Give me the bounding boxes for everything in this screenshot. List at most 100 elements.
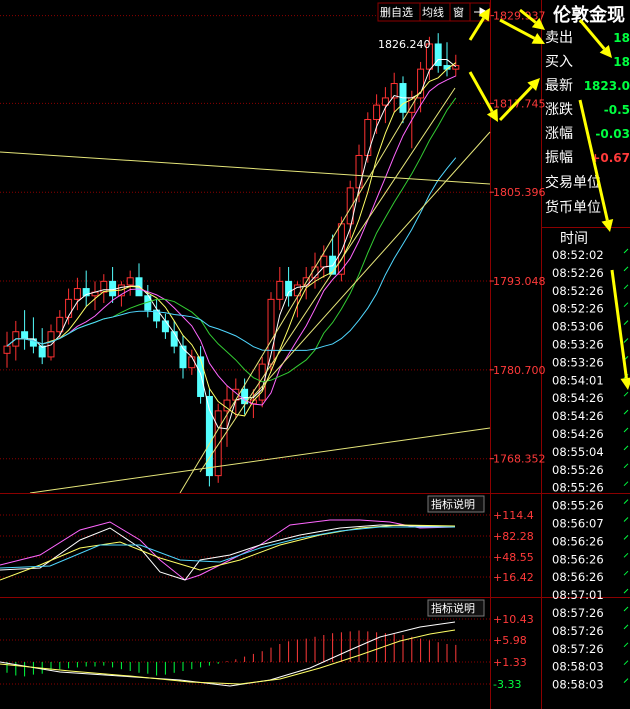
time-item: 08:56:26 — [552, 570, 604, 584]
quote-label: 涨幅 — [545, 126, 573, 142]
indicator1-tick-label: +114.4 — [493, 509, 534, 522]
indicator2-tick-label: +10.43 — [493, 613, 534, 626]
candle-body — [373, 104, 381, 121]
quote-value: 18 — [613, 55, 630, 69]
annotation-arrow — [468, 71, 494, 113]
candle-body — [285, 280, 293, 297]
time-item: 08:57:01 — [552, 588, 604, 602]
candle-body — [161, 320, 169, 333]
annotation-arrow-head — [601, 218, 614, 232]
price-tick-label: 1780.700 — [493, 364, 546, 377]
time-item: 08:52:26 — [552, 284, 604, 298]
candle-body — [320, 255, 328, 268]
candle-body — [21, 331, 29, 340]
window-label: 窗 — [453, 5, 464, 19]
time-item: 08:55:26 — [552, 481, 604, 495]
trend-line — [0, 151, 491, 185]
indicator2-bars — [6, 630, 457, 677]
oscillator-line — [0, 519, 456, 581]
time-header: 时间 — [560, 231, 588, 247]
time-item: 08:53:26 — [552, 355, 604, 369]
candle-body — [126, 277, 134, 286]
candle-body — [197, 356, 205, 397]
time-item: 08:55:26 — [552, 463, 604, 477]
indicator1-tick-label: +16.42 — [493, 571, 534, 584]
candle-body — [364, 119, 372, 156]
time-item: 08:54:26 — [552, 409, 604, 423]
candle-body — [73, 288, 81, 300]
quote-label: 交易单位 — [545, 174, 601, 191]
annotation-arrow-head — [620, 377, 630, 390]
indicator1-tick-label: +48.55 — [493, 551, 534, 564]
time-item: 08:57:26 — [552, 642, 604, 656]
ma-line — [6, 59, 457, 430]
price-tick-label: 1805.396 — [493, 186, 546, 199]
oscillator-line — [0, 524, 456, 581]
quote-label: 振幅 — [545, 150, 573, 166]
quote-panel: 伦敦金现 卖出 18 买入 18 最新 1823.0 涨跌 -0.5 涨幅 -0.03 振幅 +0.6… — [541, 4, 630, 692]
quote-label: 最新 — [545, 78, 573, 94]
candle-body — [452, 65, 460, 70]
quote-value: 1823.0 — [584, 79, 630, 93]
time-item: 08:58:03 — [552, 660, 604, 674]
dea-line — [0, 629, 456, 685]
time-item: 08:54:01 — [552, 373, 604, 387]
time-item: 08:52:02 — [552, 248, 604, 262]
indicator2-lines — [0, 621, 456, 687]
tick-mark-icon — [623, 660, 629, 666]
time-item: 08:58:03 — [552, 678, 604, 692]
tick-mark-icon — [623, 535, 629, 540]
candle-body — [355, 154, 363, 189]
ma-line — [6, 62, 457, 417]
candle-body — [65, 298, 73, 318]
time-item: 08:53:26 — [552, 338, 604, 352]
indicator2-tick-label: +1.33 — [493, 656, 527, 669]
price-tick-label: 1768.352 — [493, 453, 546, 466]
tick-mark-icon — [623, 338, 629, 343]
trend-line — [29, 427, 491, 494]
time-item: 08:57:26 — [552, 606, 604, 620]
quote-label: 卖出 — [545, 30, 573, 46]
trend-line — [199, 87, 456, 473]
trend-lines — [0, 87, 491, 494]
time-item: 08:56:26 — [552, 552, 604, 566]
tick-mark-icon — [623, 409, 629, 415]
candle-body — [179, 345, 187, 369]
time-item: 08:55:26 — [552, 499, 604, 513]
trend-line — [249, 131, 491, 401]
instrument-title: 伦敦金现 — [553, 4, 625, 26]
time-item: 08:56:07 — [552, 517, 604, 531]
quote-value: +0.67 — [590, 151, 630, 165]
candlestick-chart[interactable]: 1826.240 — [0, 15, 491, 494]
quote-value: -0.03 — [595, 127, 630, 141]
del-select-label: 删自选 — [380, 6, 413, 19]
indicator1-lines — [0, 519, 456, 581]
price-tick-label: 1793.048 — [493, 275, 546, 288]
tick-mark-icon — [623, 517, 629, 522]
trading-terminal: 1826.240 1829.9371817.7451805.3961793.04… — [0, 0, 630, 709]
tick-mark-icon — [623, 427, 629, 433]
price-high-label: 1826.240 — [378, 38, 431, 51]
ma-line — [6, 97, 457, 383]
tick-mark-icon — [623, 678, 629, 683]
quote-value: 18 — [613, 31, 630, 45]
indicator2-tick-label: +5.98 — [493, 634, 527, 647]
tick-mark-icon — [623, 570, 629, 576]
time-item: 08:56:26 — [552, 534, 604, 548]
time-item: 08:54:26 — [552, 427, 604, 441]
candle-body — [188, 356, 196, 369]
tick-mark-icon — [623, 624, 629, 630]
quote-label: 涨跌 — [545, 102, 573, 118]
tick-mark-icon — [623, 588, 629, 594]
annotation-arrow — [499, 18, 536, 40]
tick-mark-icon — [623, 302, 629, 308]
indicator-panel-2[interactable]: +10.43 +5.98 +1.33 -3.33 指标说明 — [0, 597, 630, 692]
indicator2-grid: +10.43 +5.98 +1.33 -3.33 — [0, 613, 534, 691]
tick-mark-icon — [623, 642, 629, 648]
trend-line — [179, 91, 421, 494]
tick-mark-icon — [623, 284, 629, 290]
indicator-panel-1[interactable]: +114.4 +82.28 +48.55 +16.42 指标说明 — [0, 493, 630, 585]
tick-mark-icon — [623, 606, 629, 612]
tick-mark-icon — [623, 481, 629, 487]
candle-body — [3, 345, 11, 354]
